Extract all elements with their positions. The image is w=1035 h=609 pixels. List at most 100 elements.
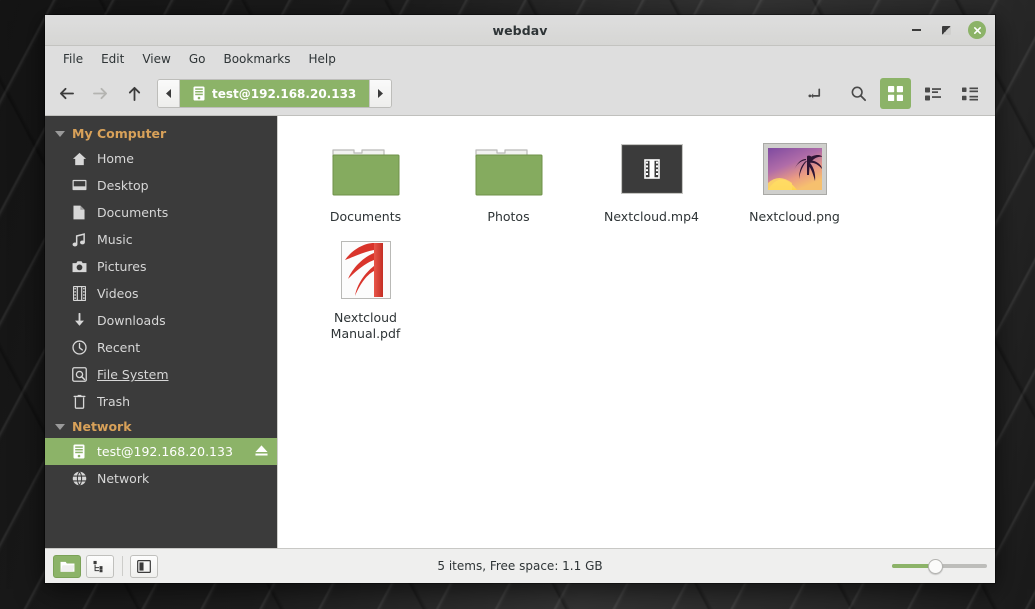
caret-left-icon bbox=[166, 89, 171, 98]
file-item-nextcloud-manual-pdf[interactable]: Nextcloud Manual.pdf bbox=[294, 233, 437, 350]
file-item-documents[interactable]: Documents bbox=[294, 132, 437, 233]
sidebar-item-home[interactable]: Home bbox=[45, 145, 277, 172]
pdf-file-icon bbox=[340, 239, 391, 301]
close-icon bbox=[973, 26, 981, 34]
breadcrumb-label: test@192.168.20.133 bbox=[212, 86, 357, 101]
back-button[interactable] bbox=[53, 81, 79, 107]
caret-right-icon bbox=[378, 89, 384, 98]
statusbar-icon-view-button[interactable] bbox=[53, 554, 81, 578]
chevron-down-icon bbox=[55, 130, 65, 137]
file-name-label: Documents bbox=[329, 209, 402, 224]
status-text: 5 items, Free space: 1.1 GB bbox=[437, 559, 603, 573]
sidebar-item-label: test@192.168.20.133 bbox=[97, 444, 233, 459]
compact-view-icon bbox=[961, 87, 978, 100]
sidebar-item-downloads[interactable]: Downloads bbox=[45, 307, 277, 334]
window-title: webdav bbox=[492, 22, 548, 38]
file-item-nextcloud-mp4[interactable]: Nextcloud.mp4 bbox=[580, 132, 723, 233]
sidebar-item-label: Trash bbox=[97, 394, 131, 409]
open-folder-icon bbox=[60, 561, 74, 572]
sidebar-item-label: Network bbox=[97, 471, 150, 486]
toolbar-right-buttons bbox=[800, 78, 985, 109]
breadcrumb-item-server[interactable]: test@192.168.20.133 bbox=[180, 80, 370, 107]
sidebar-item-file-system[interactable]: File System bbox=[45, 361, 277, 388]
camera-icon bbox=[71, 260, 87, 273]
close-button[interactable] bbox=[968, 21, 986, 39]
sidebar-item-videos[interactable]: Videos bbox=[45, 280, 277, 307]
navigation-toolbar: test@192.168.20.133 bbox=[45, 72, 995, 116]
parent-folder-button[interactable] bbox=[121, 81, 147, 107]
sidebar-item-label: Pictures bbox=[97, 259, 147, 274]
forward-button[interactable] bbox=[87, 81, 113, 107]
menu-file[interactable]: File bbox=[55, 49, 91, 69]
menu-bookmarks[interactable]: Bookmarks bbox=[215, 49, 298, 69]
eject-icon[interactable] bbox=[254, 444, 269, 460]
sidebar-item-label: Downloads bbox=[97, 313, 166, 328]
menu-go[interactable]: Go bbox=[181, 49, 214, 69]
folder-icon bbox=[331, 138, 400, 200]
sidebar-group-my-computer[interactable]: My Computer bbox=[45, 122, 277, 145]
sidebar-item-network[interactable]: Network bbox=[45, 465, 277, 492]
window-body: My Computer Home Desktop Documents Music… bbox=[45, 116, 995, 548]
home-icon bbox=[71, 152, 87, 166]
chevron-down-icon bbox=[55, 423, 65, 430]
globe-icon bbox=[71, 471, 87, 486]
sidebar-item-label: Recent bbox=[97, 340, 141, 355]
window-controls bbox=[908, 15, 986, 45]
sidebar-item-pictures[interactable]: Pictures bbox=[45, 253, 277, 280]
toggle-location-entry-button[interactable] bbox=[800, 78, 831, 109]
sidebar-group-network[interactable]: Network bbox=[45, 415, 277, 438]
statusbar-tree-view-button[interactable] bbox=[86, 554, 114, 578]
list-view-icon bbox=[924, 87, 941, 100]
image-thumbnail-icon bbox=[762, 138, 827, 200]
places-sidebar: My Computer Home Desktop Documents Music… bbox=[45, 116, 277, 548]
path-scroll-left-button[interactable] bbox=[158, 80, 180, 107]
navigation-buttons bbox=[53, 81, 147, 107]
statusbar-toggle-sidebar-button[interactable] bbox=[130, 554, 158, 578]
trash-icon bbox=[71, 394, 87, 409]
statusbar: 5 items, Free space: 1.1 GB bbox=[45, 548, 995, 583]
menu-view[interactable]: View bbox=[134, 49, 178, 69]
path-scroll-right-button[interactable] bbox=[369, 80, 392, 107]
harddisk-icon bbox=[71, 367, 87, 382]
sidebar-item-label: Music bbox=[97, 232, 133, 247]
file-icon-view[interactable]: Documents Photos Nextcloud.mp4 Nextcloud… bbox=[277, 116, 995, 548]
sidebar-item-music[interactable]: Music bbox=[45, 226, 277, 253]
sidebar-group-label: My Computer bbox=[72, 126, 167, 141]
show-sidebar-icon bbox=[137, 559, 151, 573]
sidebar-item-desktop[interactable]: Desktop bbox=[45, 172, 277, 199]
sidebar-item-label: Documents bbox=[97, 205, 169, 220]
clock-icon bbox=[71, 340, 87, 355]
search-icon bbox=[851, 86, 867, 102]
statusbar-separator bbox=[122, 556, 123, 576]
compact-view-button[interactable] bbox=[954, 78, 985, 109]
sidebar-item-label: Videos bbox=[97, 286, 139, 301]
file-name-label: Nextcloud Manual.pdf bbox=[330, 310, 401, 341]
arrow-right-icon bbox=[92, 87, 107, 100]
toggle-location-entry-icon bbox=[808, 88, 821, 99]
music-note-icon bbox=[71, 232, 87, 247]
maximize-button[interactable] bbox=[938, 22, 955, 39]
search-button[interactable] bbox=[843, 78, 874, 109]
minimize-button[interactable] bbox=[908, 22, 925, 39]
sidebar-item-trash[interactable]: Trash bbox=[45, 388, 277, 415]
menu-edit[interactable]: Edit bbox=[93, 49, 132, 69]
zoom-slider-fill bbox=[892, 564, 932, 568]
file-name-label: Nextcloud.png bbox=[749, 209, 840, 224]
menu-help[interactable]: Help bbox=[301, 49, 344, 69]
zoom-slider-handle[interactable] bbox=[928, 558, 944, 574]
file-item-nextcloud-png[interactable]: Nextcloud.png bbox=[723, 132, 866, 233]
document-icon bbox=[71, 205, 87, 220]
sidebar-item-label: File System bbox=[97, 367, 169, 382]
list-view-button[interactable] bbox=[917, 78, 948, 109]
zoom-slider[interactable] bbox=[892, 556, 987, 576]
server-icon bbox=[193, 86, 205, 101]
sidebar-item-recent[interactable]: Recent bbox=[45, 334, 277, 361]
tree-view-icon bbox=[93, 560, 103, 572]
film-icon bbox=[71, 286, 87, 301]
sidebar-item-documents[interactable]: Documents bbox=[45, 199, 277, 226]
sidebar-item-test-server[interactable]: test@192.168.20.133 bbox=[45, 438, 277, 465]
file-item-photos[interactable]: Photos bbox=[437, 132, 580, 233]
video-file-icon bbox=[620, 138, 683, 200]
icon-view-button[interactable] bbox=[880, 78, 911, 109]
folder-icon bbox=[474, 138, 543, 200]
